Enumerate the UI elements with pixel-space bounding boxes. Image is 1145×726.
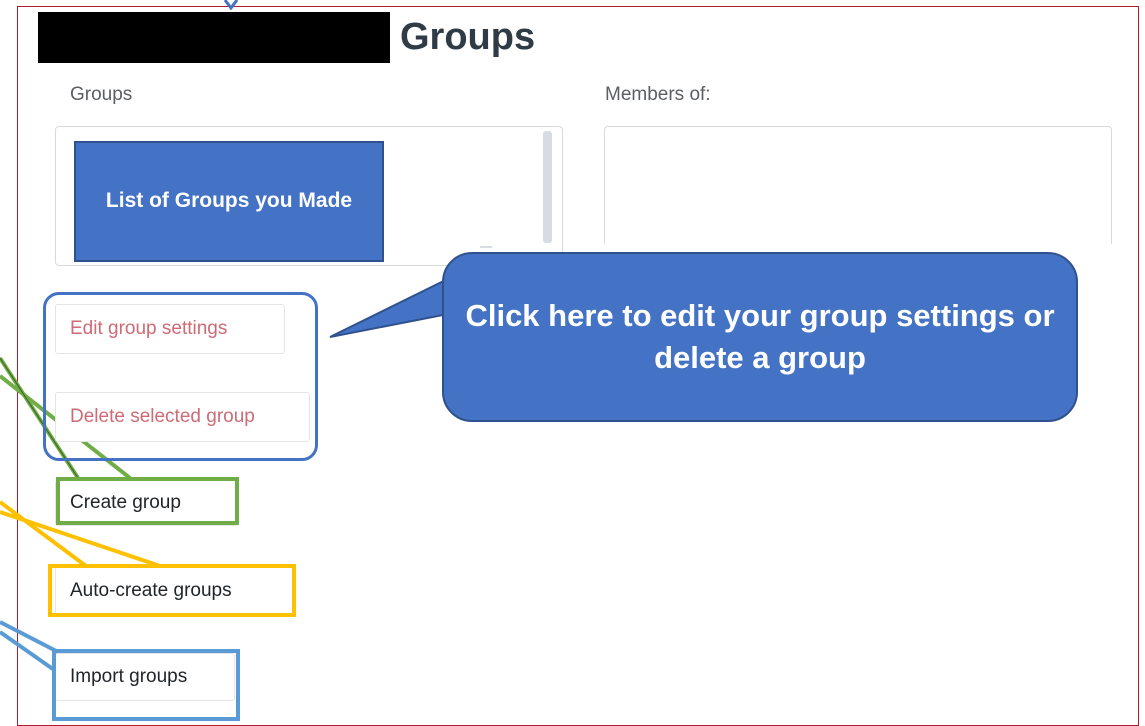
- members-select-list[interactable]: [604, 126, 1112, 244]
- redacted-course-name: [38, 12, 390, 63]
- delete-selected-group-button[interactable]: Delete selected group: [55, 392, 310, 442]
- auto-create-groups-button[interactable]: Auto-create groups: [55, 566, 295, 616]
- edit-group-settings-button[interactable]: Edit group settings: [55, 304, 285, 354]
- groups-list-callout: List of Groups you Made: [74, 141, 384, 262]
- groups-list-scrollbar[interactable]: [543, 131, 552, 243]
- edit-delete-callout-text: Click here to edit your group settings o…: [465, 298, 1055, 375]
- members-label: Members of:: [605, 84, 711, 105]
- create-group-button[interactable]: Create group: [55, 480, 238, 526]
- edit-delete-callout: Click here to edit your group settings o…: [442, 252, 1078, 422]
- groups-label: Groups: [70, 84, 133, 105]
- groups-list-scroll-edge: [480, 246, 492, 248]
- import-groups-button[interactable]: Import groups: [55, 653, 235, 701]
- chevron-down-icon: [224, 0, 238, 10]
- page-title: Groups: [400, 16, 536, 58]
